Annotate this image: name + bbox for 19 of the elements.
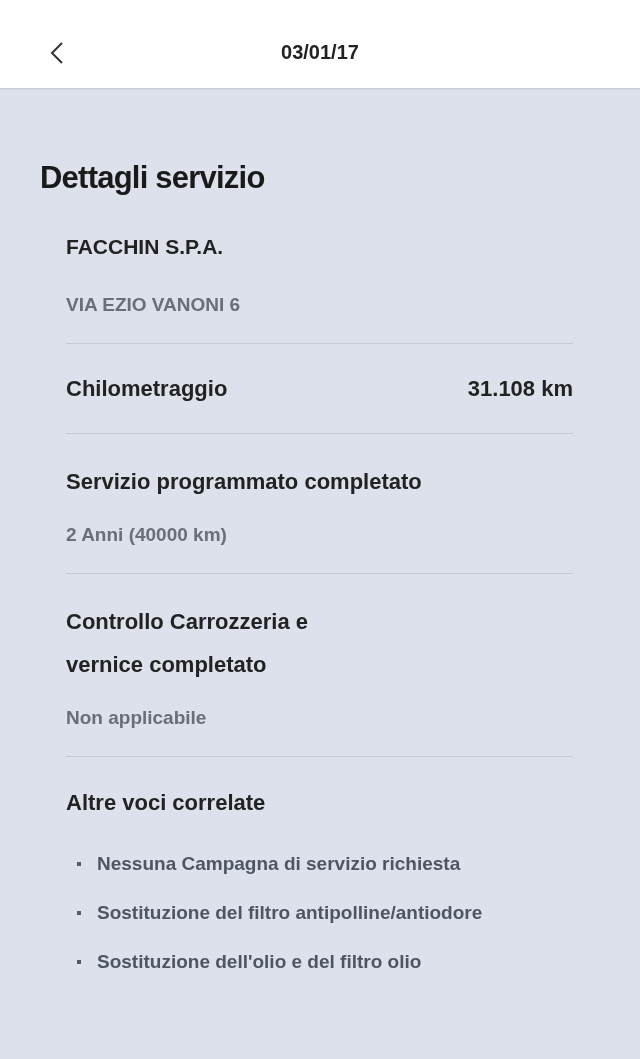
bullet-icon: [77, 862, 81, 866]
row-label: Controllo Carrozzeria e: [66, 609, 309, 634]
row-value: Non applicabile: [66, 707, 207, 728]
section-title: Dettagli servizio: [40, 160, 265, 195]
row-value: 2 Anni (40000 km): [66, 524, 227, 545]
row-label: Servizio programmato completato: [66, 469, 422, 494]
dealer-address: VIA EZIO VANONI 6: [66, 294, 241, 315]
list-item: Sostituzione del filtro antipolline/antiodore: [97, 902, 483, 923]
row-value: 31.108 km: [467, 375, 573, 403]
dealer-name: FACCHIN S.P.A.: [66, 235, 224, 258]
back-icon[interactable]: [50, 42, 64, 64]
row-label: Chilometraggio: [66, 375, 228, 403]
bullet-icon: [77, 960, 81, 964]
bullet-icon: [77, 911, 81, 915]
list-item: Sostituzione dell'olio e del filtro olio: [97, 951, 422, 972]
list-item: Nessuna Campagna di servizio richiesta: [97, 853, 461, 874]
header-title: 03/01/17: [281, 40, 359, 65]
related-title: Altre voci correlate: [66, 790, 266, 815]
row-label: vernice completato: [66, 652, 267, 677]
